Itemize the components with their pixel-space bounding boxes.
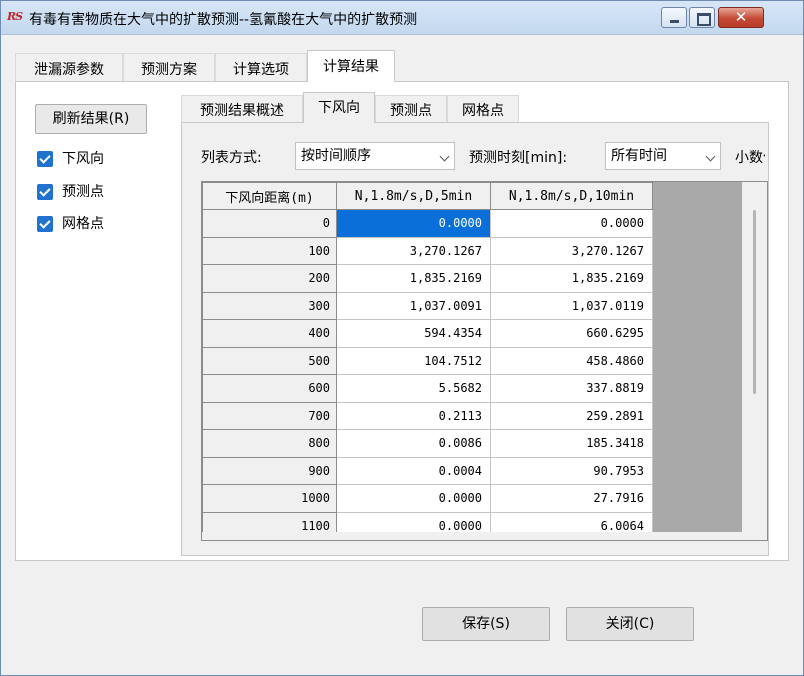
- close-button[interactable]: 关闭(C): [566, 607, 694, 641]
- distance-cell[interactable]: 800: [202, 429, 337, 458]
- concentration-cell[interactable]: 5.5682: [336, 374, 491, 403]
- concentration-cell[interactable]: 337.8819: [490, 374, 653, 403]
- distance-cell[interactable]: 200: [202, 264, 337, 293]
- subtab-summary[interactable]: 预测结果概述: [181, 95, 303, 122]
- subtab-downwind[interactable]: 下风向: [303, 92, 375, 123]
- distance-cell[interactable]: 900: [202, 456, 337, 485]
- table-row[interactable]: 300 1,037.0091 1,037.0119: [202, 291, 653, 320]
- table-row[interactable]: 400 594.4354 660.6295: [202, 319, 653, 348]
- app-logo-icon: RS: [7, 10, 23, 23]
- distance-cell[interactable]: 700: [202, 401, 337, 430]
- concentration-cell[interactable]: 594.4354: [336, 319, 491, 348]
- concentration-cell[interactable]: 660.6295: [490, 319, 653, 348]
- column-header-distance[interactable]: 下风向距离(m): [202, 182, 337, 210]
- checkbox-label: 预测点: [62, 184, 104, 200]
- concentration-cell[interactable]: 0.0004: [336, 456, 491, 485]
- list-mode-value: 按时间顺序: [301, 148, 371, 164]
- downwind-results-grid[interactable]: 下风向距离(m) N,1.8m/s,D,5min N,1.8m/s,D,10mi…: [201, 181, 768, 541]
- table-row[interactable]: 0 0.0000 0.0000: [202, 209, 653, 238]
- save-button[interactable]: 保存(S): [422, 607, 550, 641]
- concentration-cell[interactable]: 0.0000: [336, 484, 491, 513]
- close-window-button[interactable]: ✕: [718, 7, 764, 28]
- concentration-cell[interactable]: 1,037.0091: [336, 291, 491, 320]
- app-window: RS 有毒有害物质在大气中的扩散预测--氢氰酸在大气中的扩散预测 ✕ 泄漏源参数…: [0, 0, 804, 676]
- checkbox-checked-icon: [37, 151, 53, 167]
- prediction-time-value: 所有时间: [611, 148, 667, 164]
- minimize-button[interactable]: [661, 7, 687, 28]
- title-bar[interactable]: RS 有毒有害物质在大气中的扩散预测--氢氰酸在大气中的扩散预测 ✕: [1, 1, 803, 35]
- table-row[interactable]: 500 104.7512 458.4860: [202, 346, 653, 375]
- window-title: 有毒有害物质在大气中的扩散预测--氢氰酸在大气中的扩散预测: [29, 12, 418, 28]
- table-row[interactable]: 800 0.0086 185.3418: [202, 429, 653, 458]
- concentration-cell[interactable]: 3,270.1267: [336, 236, 491, 265]
- distance-cell[interactable]: 500: [202, 346, 337, 375]
- concentration-cell[interactable]: 185.3418: [490, 429, 653, 458]
- checkbox-label: 下风向: [62, 151, 104, 167]
- table-row[interactable]: 1000 0.0000 27.7916: [202, 484, 653, 513]
- vertical-scrollbar[interactable]: [742, 182, 767, 540]
- main-tab-strip: 泄漏源参数 预测方案 计算选项 计算结果: [15, 50, 395, 82]
- concentration-cell[interactable]: 259.2891: [490, 401, 653, 430]
- column-header-5min[interactable]: N,1.8m/s,D,5min: [336, 182, 491, 210]
- concentration-cell[interactable]: 27.7916: [490, 484, 653, 513]
- maximize-button[interactable]: [689, 7, 715, 28]
- distance-cell[interactable]: 0: [202, 209, 337, 238]
- distance-cell[interactable]: 100: [202, 236, 337, 265]
- concentration-cell[interactable]: 0.0000: [490, 209, 653, 238]
- table-row[interactable]: 100 3,270.1267 3,270.1267: [202, 236, 653, 265]
- tab-prediction-plan[interactable]: 预测方案: [123, 53, 215, 81]
- table-row[interactable]: 900 0.0004 90.7953: [202, 456, 653, 485]
- list-mode-label: 列表方式:: [201, 150, 262, 166]
- concentration-cell[interactable]: 0.0000: [336, 209, 491, 238]
- tab-calc-results[interactable]: 计算结果: [307, 50, 395, 82]
- checkbox-label: 网格点: [62, 216, 104, 232]
- concentration-cell[interactable]: 1,835.2169: [336, 264, 491, 293]
- tab-calc-options[interactable]: 计算选项: [215, 53, 307, 81]
- column-header-10min[interactable]: N,1.8m/s,D,10min: [490, 182, 653, 210]
- checkbox-checked-icon: [37, 216, 53, 232]
- distance-cell[interactable]: 400: [202, 319, 337, 348]
- concentration-cell[interactable]: 1,835.2169: [490, 264, 653, 293]
- scrollbar-thumb[interactable]: [753, 210, 756, 394]
- prediction-time-select[interactable]: 所有时间: [605, 142, 721, 170]
- refresh-results-button[interactable]: 刷新结果(R): [35, 104, 147, 134]
- distance-cell[interactable]: 300: [202, 291, 337, 320]
- chevron-down-icon: [705, 151, 716, 162]
- checkbox-checked-icon: [37, 184, 53, 200]
- table-header-row: 下风向距离(m) N,1.8m/s,D,5min N,1.8m/s,D,10mi…: [202, 182, 653, 210]
- table-row[interactable]: 200 1,835.2169 1,835.2169: [202, 264, 653, 293]
- decimal-places-label: 小数位: [735, 150, 765, 166]
- table-row[interactable]: 600 5.5682 337.8819: [202, 374, 653, 403]
- concentration-cell[interactable]: 90.7953: [490, 456, 653, 485]
- close-icon: ✕: [734, 8, 748, 26]
- list-mode-select[interactable]: 按时间顺序: [295, 142, 455, 170]
- concentration-cell[interactable]: 1,037.0119: [490, 291, 653, 320]
- concentration-cell[interactable]: 104.7512: [336, 346, 491, 375]
- concentration-cell[interactable]: 458.4860: [490, 346, 653, 375]
- subtab-grid-point[interactable]: 网格点: [447, 95, 519, 122]
- tab-leak-source[interactable]: 泄漏源参数: [15, 53, 123, 81]
- concentration-cell[interactable]: 0.2113: [336, 401, 491, 430]
- chevron-down-icon: [439, 151, 450, 162]
- subtab-prediction-point[interactable]: 预测点: [375, 95, 447, 122]
- distance-cell[interactable]: 1000: [202, 484, 337, 513]
- prediction-time-label: 预测时刻[min]:: [469, 150, 568, 166]
- table-row[interactable]: 700 0.2113 259.2891: [202, 401, 653, 430]
- concentration-cell[interactable]: 3,270.1267: [490, 236, 653, 265]
- horizontal-scrollbar[interactable]: [202, 532, 742, 540]
- results-table: 下风向距离(m) N,1.8m/s,D,5min N,1.8m/s,D,10mi…: [202, 182, 653, 540]
- concentration-cell[interactable]: 0.0086: [336, 429, 491, 458]
- distance-cell[interactable]: 600: [202, 374, 337, 403]
